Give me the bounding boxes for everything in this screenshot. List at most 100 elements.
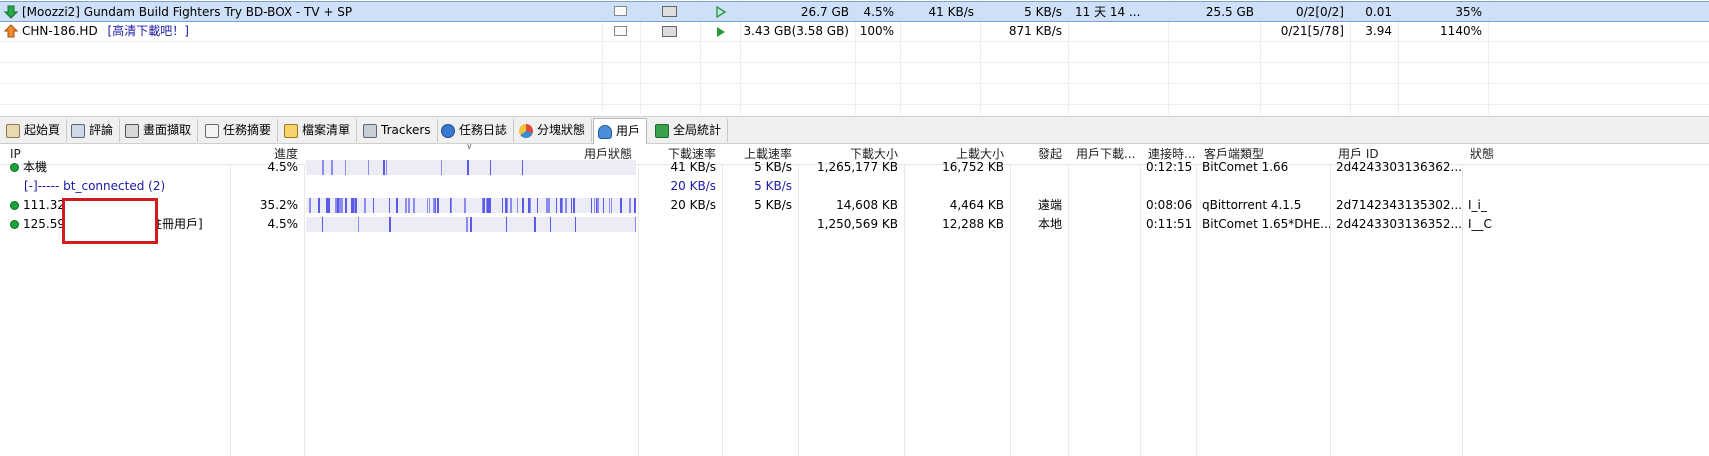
peer-row[interactable]: 111.32 35.2% 20 KB/s 5 KB/s 14,608 KB 4,… (0, 195, 1709, 216)
tab-task-summary[interactable]: 任務摘要 (201, 119, 279, 142)
file-list-icon (284, 123, 298, 138)
peer-piece-bar (306, 160, 636, 175)
piece-mark (405, 198, 407, 213)
piece-mark (438, 198, 439, 213)
piece-mark (598, 198, 599, 213)
piece-mark (467, 160, 469, 175)
piece-mark (328, 198, 330, 213)
down-arrow-icon (3, 5, 19, 22)
screenshot-icon[interactable] (662, 6, 677, 17)
task-row[interactable]: [Moozzi2] Gundam Build Fighters Try BD-B… (0, 1, 1709, 22)
comment-icon (71, 123, 85, 138)
peer-uploaded: 12,288 KB (942, 217, 1004, 231)
tab-start-page[interactable]: 起始頁 (2, 119, 68, 142)
tab-comments[interactable]: 評論 (67, 119, 121, 142)
task-health: 35% (1455, 5, 1482, 19)
task-tag[interactable]: [高清下載吧！] (108, 24, 189, 38)
tab-label: 全局統計 (673, 123, 722, 137)
piece-mark (383, 160, 385, 175)
peer-piece-bar (306, 198, 636, 213)
peer-down-speed: 20 KB/s (670, 198, 716, 212)
peer-client: BitComet 1.65*DHE... (1202, 217, 1330, 231)
peer-ip: 111.32 (23, 198, 65, 212)
tab-trackers[interactable]: Trackers (359, 119, 438, 142)
peer-uploaded: 4,464 KB (949, 198, 1004, 212)
peer-progress: 35.2% (259, 198, 298, 212)
piece-mark (575, 217, 576, 232)
piece-mark (490, 198, 491, 213)
piece-mark (597, 198, 598, 213)
tab-label: 任務摘要 (223, 123, 272, 137)
tab-file-list[interactable]: 檔案清單 (280, 119, 358, 142)
piece-mark (331, 160, 333, 175)
piece-mark (573, 198, 575, 213)
piece-mark (309, 198, 311, 213)
task-row[interactable]: CHN-186.HD [高清下載吧！] 3.43 GB(3.58 GB) 100… (0, 21, 1709, 42)
piece-mark (534, 217, 536, 232)
piece-mark (571, 198, 572, 213)
piece-bar-background (306, 160, 636, 175)
tab-screenshot[interactable]: 畫面擷取 (121, 119, 199, 142)
piece-mark (565, 198, 567, 213)
task-list[interactable]: [Moozzi2] Gundam Build Fighters Try BD-B… (0, 0, 1709, 114)
piece-mark (318, 198, 320, 213)
piece-mark (635, 217, 636, 232)
tab-label: 評論 (89, 123, 114, 137)
task-eta: 11 天 14 ... (1075, 5, 1141, 19)
tab-piece-status[interactable]: 分塊狀態 (515, 119, 593, 142)
task-ratio: 3.94 (1365, 24, 1392, 38)
tab-global-stats[interactable]: 全局統計 (651, 119, 729, 142)
peer-group-row[interactable]: [-]----- bt_connected (2) 20 KB/s 5 KB/s (0, 176, 1709, 197)
envelope-icon[interactable] (614, 6, 627, 16)
play-icon[interactable] (716, 5, 727, 21)
peer-up-speed: 5 KB/s (754, 160, 792, 174)
peer-initiator: 本地 (1037, 217, 1062, 231)
task-seeds: 0/2[0/2] (1296, 5, 1344, 19)
task-name: [Moozzi2] Gundam Build Fighters Try BD-B… (22, 5, 353, 19)
piece-mark (490, 160, 491, 175)
piece-mark (364, 198, 366, 213)
tab-label: 檔案清單 (302, 123, 351, 137)
task-progress: 4.5% (863, 5, 895, 19)
envelope-icon[interactable] (614, 26, 627, 36)
piece-mark (510, 198, 512, 213)
task-name-cell: CHN-186.HD [高清下載吧！] (18, 21, 600, 41)
piece-mark (429, 198, 430, 213)
piece-mark (451, 198, 452, 213)
peer-group-up-speed: 5 KB/s (754, 179, 792, 193)
peer-row[interactable]: 125.59 註冊用戶] 4.5% 1,250,569 KB 12,288 KB… (0, 214, 1709, 235)
piece-mark (528, 198, 530, 213)
piece-mark (530, 198, 531, 213)
piece-mark (355, 198, 357, 213)
peer-up-speed: 5 KB/s (754, 198, 792, 212)
peer-connect-time: 0:08:06 (1146, 198, 1193, 212)
connected-status-icon (10, 220, 19, 229)
task-name: CHN-186.HD (22, 24, 98, 38)
info-icon (441, 123, 455, 138)
peer-progress: 4.5% (267, 160, 299, 174)
piece-mark (522, 160, 523, 175)
tab-task-log[interactable]: 任務日誌 (437, 119, 515, 142)
piece-mark (522, 198, 523, 213)
piece-mark (482, 198, 483, 213)
peer-group-label[interactable]: [-]----- bt_connected (2) (20, 176, 226, 196)
piece-mark (548, 198, 550, 213)
tab-peers[interactable]: 用戶 (593, 118, 648, 144)
piece-mark (560, 198, 562, 213)
tab-label: 起始頁 (24, 123, 61, 137)
piece-mark (389, 217, 391, 232)
task-up-speed: 871 KB/s (1008, 24, 1062, 38)
play-icon[interactable] (716, 26, 726, 41)
piece-mark (562, 198, 563, 213)
piece-mark (550, 217, 551, 232)
peer-initiator: 遠端 (1037, 198, 1062, 212)
peer-row-local[interactable]: 本機 4.5% 41 KB/s 5 KB/s 1,265,177 KB 16,7… (0, 157, 1709, 178)
screenshot-icon[interactable] (662, 26, 677, 37)
piece-mark (591, 198, 592, 213)
piece-mark (413, 198, 415, 213)
piece-mark (358, 217, 359, 232)
peer-flags: I__C (1468, 217, 1492, 231)
peer-list[interactable]: IP 進度 用戶狀態 ∨ 下載速率 上載速率 下載大小 上載大小 發起 用戶下載… (0, 142, 1709, 456)
piece-mark (322, 160, 324, 175)
piece-mark (483, 198, 485, 213)
